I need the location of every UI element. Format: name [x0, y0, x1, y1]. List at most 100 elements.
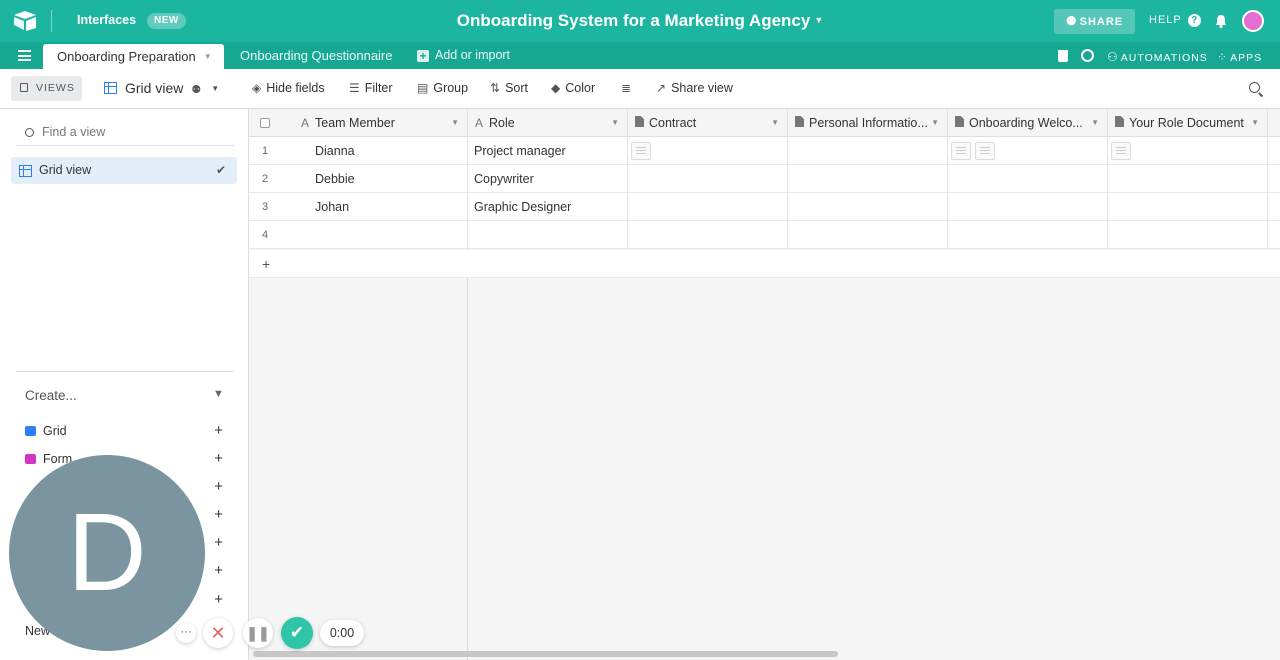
cell-onboarding-welcome[interactable] — [948, 221, 1108, 249]
cell-role[interactable] — [468, 221, 628, 249]
cell-contract[interactable] — [628, 221, 788, 249]
recorder-more-icon[interactable]: ··· — [176, 623, 196, 643]
add-plus-icon[interactable]: + — [214, 534, 223, 551]
table-row[interactable]: 1 Dianna Project manager — [249, 137, 1280, 165]
cell-onboarding-welcome[interactable] — [948, 193, 1108, 221]
search-icon[interactable] — [1249, 82, 1260, 93]
table-tab-bar: Onboarding Preparation ▼ Onboarding Quest… — [0, 42, 1280, 69]
base-title[interactable]: Onboarding System for a Marketing Agency… — [380, 11, 900, 31]
add-plus-icon[interactable]: + — [214, 591, 223, 608]
column-menu-caret-icon[interactable]: ▼ — [1091, 109, 1099, 137]
add-row-button[interactable]: + — [249, 250, 1280, 278]
tab-onboarding-questionnaire[interactable]: Onboarding Questionnaire — [240, 48, 393, 63]
cell-onboarding-welcome[interactable] — [948, 137, 1108, 165]
trash-icon[interactable] — [1058, 50, 1068, 62]
column-menu-caret-icon[interactable]: ▼ — [1251, 109, 1259, 137]
views-toggle-button[interactable]: VIEWS — [11, 76, 82, 101]
cell-role[interactable]: Graphic Designer — [468, 193, 628, 221]
recorder-cancel-icon[interactable]: ✕ — [203, 618, 233, 648]
horizontal-scrollbar[interactable] — [253, 651, 838, 657]
user-avatar[interactable] — [1242, 10, 1264, 32]
table-row[interactable]: 3 Johan Graphic Designer — [249, 193, 1280, 221]
apps-button[interactable]: ⁘ APPS — [1217, 50, 1262, 64]
interfaces-link[interactable]: Interfaces — [77, 13, 136, 27]
column-menu-caret-icon[interactable]: ▼ — [931, 109, 939, 137]
table-row[interactable]: 4 — [249, 221, 1280, 249]
views-label: VIEWS — [36, 82, 75, 94]
column-menu-caret-icon[interactable]: ▼ — [771, 109, 779, 137]
add-plus-icon[interactable]: + — [214, 422, 223, 439]
automations-icon: ⚇ — [1107, 50, 1118, 64]
cell-your-role-document[interactable] — [1108, 221, 1268, 249]
table-row[interactable]: 2 Debbie Copywriter — [249, 165, 1280, 193]
color-button[interactable]: ◆ Color — [551, 81, 595, 95]
cell-role[interactable]: Copywriter — [468, 165, 628, 193]
cell-contract[interactable] — [628, 193, 788, 221]
airtable-logo-icon[interactable] — [13, 10, 37, 32]
column-header-role[interactable]: A Role ▼ — [468, 109, 628, 137]
automations-button[interactable]: ⚇ AUTOMATIONS — [1107, 50, 1208, 64]
filter-button[interactable]: ☰ Filter — [349, 81, 393, 95]
menu-hamburger-icon[interactable] — [18, 50, 31, 61]
tab-caret-icon[interactable]: ▼ — [204, 52, 212, 61]
notifications-bell-icon[interactable] — [1213, 13, 1229, 29]
current-view-selector[interactable]: Grid view ⚉ ▼ — [104, 80, 219, 96]
add-or-import-button[interactable]: + Add or import — [417, 48, 510, 62]
tab-onboarding-preparation[interactable]: Onboarding Preparation ▼ — [43, 44, 224, 69]
row-number: 1 — [262, 145, 269, 157]
cell-personal-information[interactable] — [788, 137, 948, 165]
view-toolbar: VIEWS Grid view ⚉ ▼ ◈ Hide fields ☰ Filter ▤… — [0, 69, 1280, 109]
find-view-input[interactable]: Find a view — [16, 119, 235, 146]
attachment-field-icon — [795, 109, 804, 137]
share-people-icon: ⚉ — [1065, 14, 1077, 28]
cell-onboarding-welcome[interactable] — [948, 165, 1108, 193]
attachment-thumbnail[interactable] — [951, 142, 971, 160]
cell-personal-information[interactable] — [788, 193, 948, 221]
cell-your-role-document[interactable] — [1108, 165, 1268, 193]
cell-personal-information[interactable] — [788, 221, 948, 249]
select-all-checkbox[interactable] — [260, 118, 270, 128]
add-plus-icon[interactable]: + — [214, 562, 223, 579]
column-header-onboarding-welcome[interactable]: Onboarding Welco... ▼ — [948, 109, 1108, 137]
column-header-contract[interactable]: Contract ▼ — [628, 109, 788, 137]
new-badge: NEW — [147, 13, 186, 29]
column-header-personal-information[interactable]: Personal Informatio... ▼ — [788, 109, 948, 137]
group-button[interactable]: ▤ Group — [417, 81, 468, 95]
column-header-team-member[interactable]: A Team Member ▼ — [294, 109, 468, 137]
share-view-label: Share view — [671, 81, 733, 95]
hide-fields-button[interactable]: ◈ Hide fields — [252, 81, 325, 95]
attachment-field-icon — [635, 109, 644, 137]
column-header-label: Your Role Document — [1129, 116, 1244, 130]
cell-your-role-document[interactable] — [1108, 193, 1268, 221]
cell-personal-information[interactable] — [788, 165, 948, 193]
help-button[interactable]: HELP? — [1149, 14, 1201, 27]
add-plus-icon[interactable]: + — [214, 478, 223, 495]
create-grid-item[interactable]: Grid + — [25, 422, 225, 444]
attachment-thumbnail[interactable] — [1111, 142, 1131, 160]
column-header-your-role-document[interactable]: Your Role Document ▼ — [1108, 109, 1268, 137]
cell-team-member[interactable]: Debbie — [294, 165, 468, 193]
column-menu-caret-icon[interactable]: ▼ — [611, 109, 619, 137]
attachment-thumbnail[interactable] — [975, 142, 995, 160]
column-menu-caret-icon[interactable]: ▼ — [451, 109, 459, 137]
attachment-thumbnail[interactable] — [631, 142, 651, 160]
share-view-button[interactable]: ↗ Share view — [656, 81, 733, 95]
sidebar-view-grid-view[interactable]: Grid view ✔ — [11, 157, 237, 184]
chevron-down-icon[interactable]: ▼ — [213, 388, 224, 400]
history-icon[interactable] — [1081, 49, 1094, 62]
create-grid-label: Grid — [43, 424, 67, 438]
cell-contract[interactable] — [628, 165, 788, 193]
cell-team-member[interactable]: Dianna — [294, 137, 468, 165]
sort-button[interactable]: ⇅ Sort — [490, 81, 528, 95]
recorder-pause-icon[interactable]: ❚❚ — [243, 618, 273, 648]
recorder-finish-icon[interactable]: ✔ — [281, 617, 313, 649]
cell-team-member[interactable]: Johan — [294, 193, 468, 221]
cell-team-member[interactable] — [294, 221, 468, 249]
cell-contract[interactable] — [628, 137, 788, 165]
add-plus-icon[interactable]: + — [214, 506, 223, 523]
add-plus-icon[interactable]: + — [214, 450, 223, 467]
cell-your-role-document[interactable] — [1108, 137, 1268, 165]
cell-role[interactable]: Project manager — [468, 137, 628, 165]
row-height-button[interactable]: ≣ — [621, 81, 636, 95]
share-button[interactable]: ⚉ SHARE — [1054, 9, 1135, 34]
